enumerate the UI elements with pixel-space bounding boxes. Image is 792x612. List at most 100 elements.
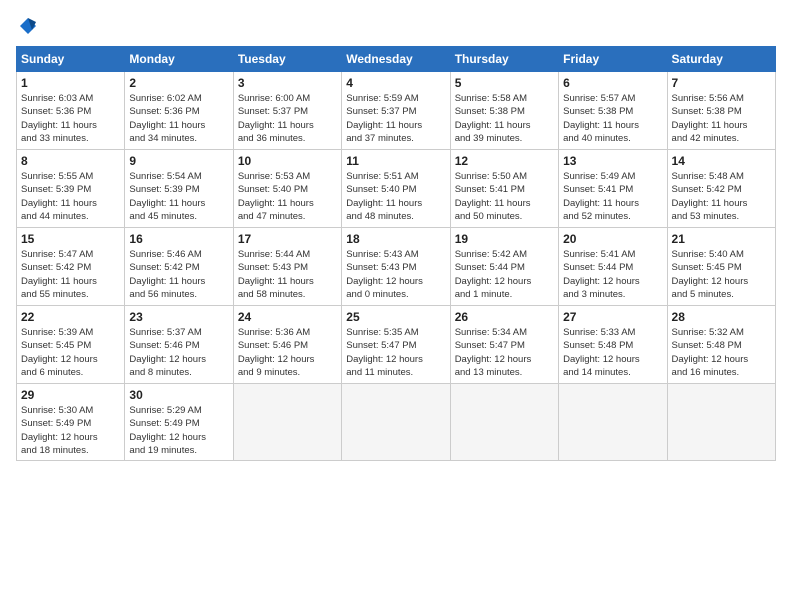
day-number: 24 — [238, 310, 337, 324]
calendar-cell: 29 Sunrise: 5:30 AMSunset: 5:49 PMDayligh… — [17, 384, 125, 461]
calendar-week-row: 29 Sunrise: 5:30 AMSunset: 5:49 PMDayligh… — [17, 384, 776, 461]
calendar-cell: 27 Sunrise: 5:33 AMSunset: 5:48 PMDayligh… — [559, 306, 667, 384]
calendar-cell: 20 Sunrise: 5:41 AMSunset: 5:44 PMDayligh… — [559, 228, 667, 306]
cell-content: Sunrise: 5:30 AMSunset: 5:49 PMDaylight:… — [21, 404, 120, 457]
day-number: 26 — [455, 310, 554, 324]
cell-content: Sunrise: 6:00 AMSunset: 5:37 PMDaylight:… — [238, 92, 337, 145]
day-number: 20 — [563, 232, 662, 246]
day-number: 1 — [21, 76, 120, 90]
day-number: 12 — [455, 154, 554, 168]
calendar-cell: 2Sunrise: 6:02 AMSunset: 5:36 PMDaylight… — [125, 72, 233, 150]
cell-content: Sunrise: 5:34 AMSunset: 5:47 PMDaylight:… — [455, 326, 554, 379]
calendar-cell: 21 Sunrise: 5:40 AMSunset: 5:45 PMDayligh… — [667, 228, 775, 306]
calendar-week-row: 15Sunrise: 5:47 AMSunset: 5:42 PMDayligh… — [17, 228, 776, 306]
day-number: 9 — [129, 154, 228, 168]
day-number: 27 — [563, 310, 662, 324]
day-number: 10 — [238, 154, 337, 168]
day-header-monday: Monday — [125, 47, 233, 72]
calendar-header-row: SundayMondayTuesdayWednesdayThursdayFrid… — [17, 47, 776, 72]
day-number: 18 — [346, 232, 445, 246]
cell-content: Sunrise: 5:53 AMSunset: 5:40 PMDaylight:… — [238, 170, 337, 223]
cell-content: Sunrise: 5:36 AMSunset: 5:46 PMDaylight:… — [238, 326, 337, 379]
day-number: 13 — [563, 154, 662, 168]
calendar-cell: 18 Sunrise: 5:43 AMSunset: 5:43 PMDayligh… — [342, 228, 450, 306]
cell-content: Sunrise: 5:59 AMSunset: 5:37 PMDaylight:… — [346, 92, 445, 145]
logo-icon — [18, 16, 38, 36]
cell-content: Sunrise: 5:44 AMSunset: 5:43 PMDaylight:… — [238, 248, 337, 301]
calendar-cell: 5 Sunrise: 5:58 AMSunset: 5:38 PMDaylight… — [450, 72, 558, 150]
calendar-cell — [559, 384, 667, 461]
day-header-friday: Friday — [559, 47, 667, 72]
cell-content: Sunrise: 6:03 AMSunset: 5:36 PMDaylight:… — [21, 92, 120, 145]
logo — [16, 16, 38, 36]
day-number: 21 — [672, 232, 771, 246]
day-header-thursday: Thursday — [450, 47, 558, 72]
cell-content: Sunrise: 5:40 AMSunset: 5:45 PMDaylight:… — [672, 248, 771, 301]
day-number: 28 — [672, 310, 771, 324]
page: SundayMondayTuesdayWednesdayThursdayFrid… — [0, 0, 792, 612]
day-number: 23 — [129, 310, 228, 324]
cell-content: Sunrise: 5:55 AMSunset: 5:39 PMDaylight:… — [21, 170, 120, 223]
cell-content: Sunrise: 5:39 AMSunset: 5:45 PMDaylight:… — [21, 326, 120, 379]
cell-content: Sunrise: 5:37 AMSunset: 5:46 PMDaylight:… — [129, 326, 228, 379]
calendar-cell: 9 Sunrise: 5:54 AMSunset: 5:39 PMDaylight… — [125, 150, 233, 228]
calendar-cell: 8 Sunrise: 5:55 AMSunset: 5:39 PMDaylight… — [17, 150, 125, 228]
calendar-cell: 10 Sunrise: 5:53 AMSunset: 5:40 PMDayligh… — [233, 150, 341, 228]
cell-content: Sunrise: 5:46 AMSunset: 5:42 PMDaylight:… — [129, 248, 228, 301]
calendar-cell: 13 Sunrise: 5:49 AMSunset: 5:41 PMDayligh… — [559, 150, 667, 228]
day-number: 5 — [455, 76, 554, 90]
day-number: 25 — [346, 310, 445, 324]
calendar-cell — [342, 384, 450, 461]
cell-content: Sunrise: 6:02 AMSunset: 5:36 PMDaylight:… — [129, 92, 228, 145]
cell-content: Sunrise: 5:47 AMSunset: 5:42 PMDaylight:… — [21, 248, 120, 301]
calendar-cell: 4 Sunrise: 5:59 AMSunset: 5:37 PMDaylight… — [342, 72, 450, 150]
calendar-cell: 24 Sunrise: 5:36 AMSunset: 5:46 PMDayligh… — [233, 306, 341, 384]
day-number: 30 — [129, 388, 228, 402]
calendar-cell — [667, 384, 775, 461]
calendar-table: SundayMondayTuesdayWednesdayThursdayFrid… — [16, 46, 776, 461]
day-number: 22 — [21, 310, 120, 324]
day-header-sunday: Sunday — [17, 47, 125, 72]
cell-content: Sunrise: 5:43 AMSunset: 5:43 PMDaylight:… — [346, 248, 445, 301]
calendar-cell: 12 Sunrise: 5:50 AMSunset: 5:41 PMDayligh… — [450, 150, 558, 228]
calendar-cell — [450, 384, 558, 461]
calendar-cell: 23 Sunrise: 5:37 AMSunset: 5:46 PMDayligh… — [125, 306, 233, 384]
calendar-cell: 26 Sunrise: 5:34 AMSunset: 5:47 PMDayligh… — [450, 306, 558, 384]
cell-content: Sunrise: 5:35 AMSunset: 5:47 PMDaylight:… — [346, 326, 445, 379]
calendar-cell: 15Sunrise: 5:47 AMSunset: 5:42 PMDayligh… — [17, 228, 125, 306]
calendar-cell: 11 Sunrise: 5:51 AMSunset: 5:40 PMDayligh… — [342, 150, 450, 228]
cell-content: Sunrise: 5:54 AMSunset: 5:39 PMDaylight:… — [129, 170, 228, 223]
cell-content: Sunrise: 5:58 AMSunset: 5:38 PMDaylight:… — [455, 92, 554, 145]
day-number: 29 — [21, 388, 120, 402]
day-number: 11 — [346, 154, 445, 168]
cell-content: Sunrise: 5:41 AMSunset: 5:44 PMDaylight:… — [563, 248, 662, 301]
day-number: 4 — [346, 76, 445, 90]
header — [16, 16, 776, 36]
calendar-cell: 14Sunrise: 5:48 AMSunset: 5:42 PMDayligh… — [667, 150, 775, 228]
day-number: 6 — [563, 76, 662, 90]
calendar-cell — [233, 384, 341, 461]
calendar-cell: 22 Sunrise: 5:39 AMSunset: 5:45 PMDayligh… — [17, 306, 125, 384]
day-number: 19 — [455, 232, 554, 246]
calendar-week-row: 8 Sunrise: 5:55 AMSunset: 5:39 PMDaylight… — [17, 150, 776, 228]
day-header-saturday: Saturday — [667, 47, 775, 72]
calendar-cell: 1 Sunrise: 6:03 AMSunset: 5:36 PMDaylight… — [17, 72, 125, 150]
day-number: 17 — [238, 232, 337, 246]
calendar-cell: 6 Sunrise: 5:57 AMSunset: 5:38 PMDaylight… — [559, 72, 667, 150]
calendar-cell: 25 Sunrise: 5:35 AMSunset: 5:47 PMDayligh… — [342, 306, 450, 384]
calendar-week-row: 1 Sunrise: 6:03 AMSunset: 5:36 PMDaylight… — [17, 72, 776, 150]
cell-content: Sunrise: 5:48 AMSunset: 5:42 PMDaylight:… — [672, 170, 771, 223]
calendar-cell: 3Sunrise: 6:00 AMSunset: 5:37 PMDaylight… — [233, 72, 341, 150]
cell-content: Sunrise: 5:33 AMSunset: 5:48 PMDaylight:… — [563, 326, 662, 379]
cell-content: Sunrise: 5:32 AMSunset: 5:48 PMDaylight:… — [672, 326, 771, 379]
calendar-cell: 28 Sunrise: 5:32 AMSunset: 5:48 PMDayligh… — [667, 306, 775, 384]
cell-content: Sunrise: 5:49 AMSunset: 5:41 PMDaylight:… — [563, 170, 662, 223]
day-header-tuesday: Tuesday — [233, 47, 341, 72]
cell-content: Sunrise: 5:50 AMSunset: 5:41 PMDaylight:… — [455, 170, 554, 223]
calendar-cell: 30Sunrise: 5:29 AMSunset: 5:49 PMDayligh… — [125, 384, 233, 461]
cell-content: Sunrise: 5:57 AMSunset: 5:38 PMDaylight:… — [563, 92, 662, 145]
cell-content: Sunrise: 5:56 AMSunset: 5:38 PMDaylight:… — [672, 92, 771, 145]
cell-content: Sunrise: 5:51 AMSunset: 5:40 PMDaylight:… — [346, 170, 445, 223]
day-number: 7 — [672, 76, 771, 90]
day-number: 8 — [21, 154, 120, 168]
